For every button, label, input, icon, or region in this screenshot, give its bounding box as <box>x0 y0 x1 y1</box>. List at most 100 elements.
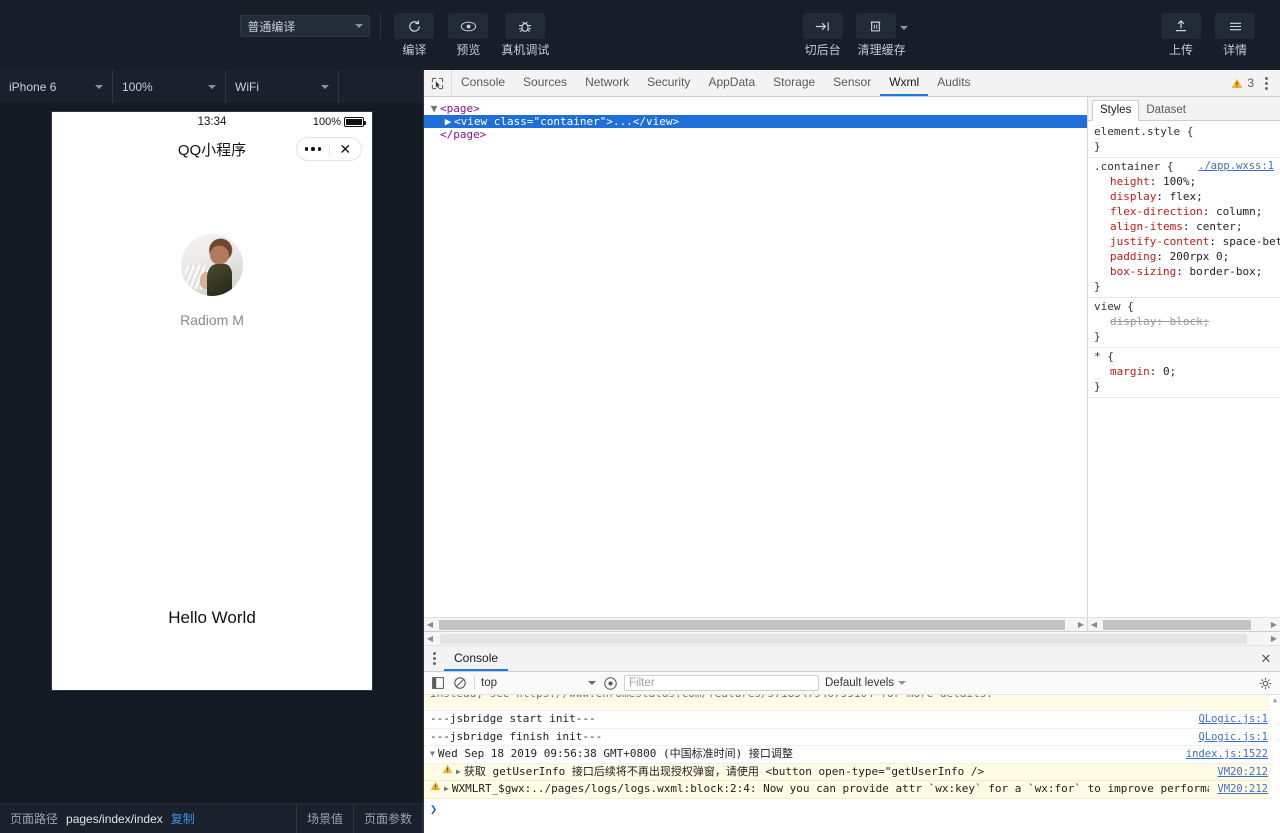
css-declaration[interactable]: flex-direction: column; <box>1094 204 1274 219</box>
css-declaration[interactable]: margin: 0; <box>1094 364 1274 379</box>
console-levels-select[interactable]: Default levels <box>825 677 907 689</box>
console-message-source[interactable]: QLogic.js:1 <box>1190 729 1268 746</box>
drawer-menu-icon[interactable] <box>424 646 444 671</box>
compile-button[interactable]: 编译 <box>387 13 441 57</box>
phone-nav-bar: QQ小程序 ✕ <box>52 132 372 166</box>
tab-console[interactable]: Console <box>452 70 514 96</box>
wxml-horizontal-scrollbar[interactable]: ◀ ▶ <box>424 617 1087 631</box>
more-icon[interactable] <box>297 147 329 151</box>
css-rule-view[interactable]: view { display: block; } <box>1088 298 1280 348</box>
scroll-track[interactable] <box>436 633 1268 644</box>
avatar[interactable] <box>180 234 243 296</box>
css-declaration[interactable]: box-sizing: border-box; <box>1094 264 1274 279</box>
console-context-select[interactable]: top <box>481 677 596 689</box>
console-message-group[interactable]: ▼ Wed Sep 18 2019 09:56:38 GMT+0800 (中国标… <box>424 746 1280 764</box>
trash-icon <box>855 13 896 39</box>
console-message-source[interactable]: index.js:1522 <box>1178 746 1268 763</box>
scroll-left-icon[interactable]: ◀ <box>1088 620 1100 629</box>
close-drawer-icon[interactable]: ✕ <box>1252 646 1280 671</box>
compile-mode-select[interactable]: 普通编译 <box>240 15 371 37</box>
clear-cache-button[interactable]: 清理缓存 <box>850 13 914 57</box>
tab-appdata[interactable]: AppData <box>699 70 764 96</box>
device-select[interactable]: iPhone 6 <box>0 70 113 103</box>
top-toolbar: 普通编译 编译 预览 真机调试 切后台 清理缓存 上传 详情 <box>0 0 1280 70</box>
css-declaration[interactable]: justify-content: space-between; <box>1094 234 1280 249</box>
css-declaration[interactable]: display: block; <box>1094 314 1274 329</box>
tab-dataset[interactable]: Dataset <box>1139 101 1193 120</box>
tree-node-page-open[interactable]: ▼ <page> <box>424 102 1087 115</box>
scroll-left-icon[interactable]: ◀ <box>424 634 436 643</box>
tab-sensor[interactable]: Sensor <box>824 70 880 96</box>
close-icon[interactable]: ✕ <box>330 142 362 156</box>
tab-security[interactable]: Security <box>638 70 699 96</box>
chevron-down-icon[interactable] <box>899 26 908 30</box>
twisty-icon[interactable]: ▶ <box>456 764 461 781</box>
console-message-source[interactable]: QLogic.js:1 <box>1190 711 1268 728</box>
twisty-icon[interactable]: ▼ <box>430 746 435 763</box>
scroll-left-icon[interactable]: ◀ <box>424 620 436 629</box>
css-rule-element-style[interactable]: element.style { } <box>1088 123 1280 158</box>
css-rule-container[interactable]: .container { ./app.wxss:1 height: 100%; … <box>1088 158 1280 298</box>
inspect-element-icon[interactable] <box>424 70 452 96</box>
scroll-right-icon[interactable]: ▶ <box>1268 634 1280 643</box>
console-message[interactable]: ---jsbridge start init--- QLogic.js:1 <box>424 711 1280 729</box>
scene-value-button[interactable]: 场景值 <box>297 804 354 833</box>
page-params-button[interactable]: 页面参数 <box>354 804 423 833</box>
phone-status-bar: 13:34 100% <box>52 112 372 132</box>
css-declaration[interactable]: padding: 200rpx 0; <box>1094 249 1274 264</box>
console-vertical-scrollbar[interactable]: ▲ <box>1270 695 1280 833</box>
console-settings-icon[interactable] <box>1256 677 1274 690</box>
scroll-right-icon[interactable]: ▶ <box>1268 620 1280 629</box>
console-warning-message[interactable]: ▶ 获取 getUserInfo 接口后续将不再出现授权弹窗，请使用 <butt… <box>424 763 1280 781</box>
twisty-icon[interactable]: ▼ <box>428 102 440 115</box>
twisty-icon[interactable]: ▶ <box>444 781 449 798</box>
tab-network[interactable]: Network <box>576 70 638 96</box>
scroll-thumb[interactable] <box>1103 619 1252 630</box>
switch-background-button[interactable]: 切后台 <box>796 13 850 57</box>
console-filter-input[interactable]: Filter <box>624 675 819 691</box>
console-live-expression-icon[interactable] <box>602 675 618 691</box>
drawer-tab-console[interactable]: Console <box>444 646 509 671</box>
console-warning-message[interactable]: ▶ WXMLRT_$gwx:../pages/logs/logs.wxml:bl… <box>424 781 1280 799</box>
css-property: align-items <box>1110 220 1183 233</box>
scroll-track[interactable] <box>1100 619 1268 630</box>
css-rule-universal[interactable]: * { margin: 0; } <box>1088 348 1280 398</box>
tab-sources[interactable]: Sources <box>514 70 576 96</box>
css-declaration[interactable]: height: 100%; <box>1094 174 1274 189</box>
warning-count-badge[interactable]: 3 <box>1225 70 1260 96</box>
scroll-thumb[interactable] <box>440 633 1248 644</box>
css-declaration[interactable]: display: flex; <box>1094 189 1274 204</box>
network-select[interactable]: WiFi <box>226 70 339 103</box>
console-message-source[interactable]: VM20:212 <box>1209 781 1268 798</box>
styles-horizontal-scrollbar[interactable]: ◀ ▶ <box>1088 617 1280 631</box>
zoom-select[interactable]: 100% <box>113 70 226 103</box>
scroll-thumb[interactable] <box>439 619 1066 630</box>
scroll-up-icon[interactable]: ▲ <box>1270 695 1280 705</box>
console-message-source[interactable]: VM20:212 <box>1209 764 1268 781</box>
real-device-debug-button[interactable]: 真机调试 <box>495 13 555 57</box>
console-message[interactable]: ---jsbridge finish init--- QLogic.js:1 <box>424 729 1280 746</box>
scroll-track[interactable] <box>436 619 1075 630</box>
preview-button[interactable]: 预览 <box>441 13 495 57</box>
scroll-right-icon[interactable]: ▶ <box>1075 620 1087 629</box>
tab-styles[interactable]: Styles <box>1092 100 1140 121</box>
drawer-top-scrollbar[interactable]: ◀ ▶ <box>424 632 1280 646</box>
css-declaration[interactable]: align-items: center; <box>1094 219 1274 234</box>
console-sidebar-toggle-icon[interactable] <box>430 675 446 691</box>
upload-icon <box>1161 13 1201 39</box>
css-property: padding <box>1110 250 1157 263</box>
tab-storage[interactable]: Storage <box>764 70 824 96</box>
clear-console-icon[interactable] <box>452 675 468 691</box>
twisty-icon[interactable]: ▶ <box>442 115 454 128</box>
devtools-menu-icon[interactable] <box>1260 70 1280 96</box>
user-info-block: Radiom M <box>180 234 244 328</box>
copy-path-button[interactable]: 复制 <box>171 810 195 827</box>
css-rule-close: } <box>1094 330 1101 343</box>
tab-audits[interactable]: Audits <box>928 70 979 96</box>
details-button[interactable]: 详情 <box>1208 13 1262 57</box>
console-input-prompt[interactable]: ❯ <box>424 799 1280 820</box>
tree-node-view-container[interactable]: ▶ <view class="container">...</view> <box>424 115 1087 128</box>
tab-wxml[interactable]: Wxml <box>880 70 929 96</box>
css-source-link[interactable]: ./app.wxss:1 <box>1198 159 1274 174</box>
upload-button[interactable]: 上传 <box>1154 13 1208 57</box>
